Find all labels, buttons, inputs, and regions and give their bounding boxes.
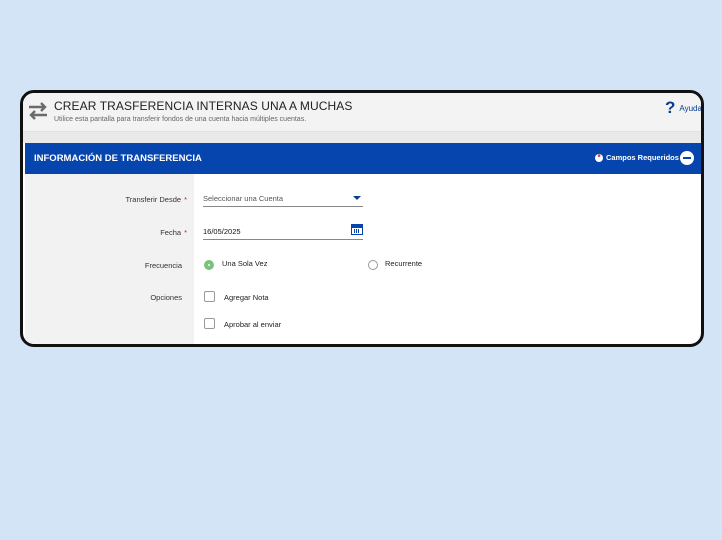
add-note-label: Agregar Nota: [224, 293, 269, 302]
help-link[interactable]: ? Ayuda: [665, 98, 702, 118]
date-input[interactable]: 16/05/2025: [203, 224, 363, 240]
approve-on-send-label: Aprobar al enviar: [224, 320, 282, 329]
date-label: Fecha *: [160, 228, 187, 237]
section-title: INFORMACIÓN DE TRANSFERENCIA: [34, 153, 202, 164]
required-star: *: [184, 195, 187, 204]
calendar-icon[interactable]: [351, 224, 363, 235]
from-account-select[interactable]: Seleccionar una Cuenta: [203, 194, 363, 207]
question-icon: ?: [665, 98, 676, 117]
from-account-placeholder: Seleccionar una Cuenta: [203, 194, 284, 203]
frequency-recurring-label: Recurrente: [385, 259, 423, 268]
chevron-down-icon: [353, 196, 361, 200]
frequency-once-radio[interactable]: [204, 260, 214, 270]
required-fields-legend: * Campos Requeridos: [595, 153, 679, 162]
date-value: 16/05/2025: [203, 227, 241, 236]
app-window: CREAR TRASFERENCIA INTERNAS UNA A MUCHAS…: [20, 90, 704, 347]
required-star: *: [184, 228, 187, 237]
frequency-label: Frecuencia: [144, 261, 182, 270]
approve-on-send-checkbox[interactable]: [204, 318, 215, 329]
options-label: Opciones: [150, 293, 182, 302]
frequency-recurring-radio[interactable]: [368, 260, 378, 270]
required-fields-label: Campos Requeridos: [606, 153, 679, 162]
add-note-checkbox[interactable]: [204, 291, 215, 302]
collapse-section-button[interactable]: [680, 151, 694, 165]
required-asterisk-icon: *: [595, 153, 603, 162]
page-title: CREAR TRASFERENCIA INTERNAS UNA A MUCHAS: [54, 99, 353, 113]
transfer-arrows-icon: [29, 102, 47, 120]
help-label: Ayuda: [679, 103, 702, 113]
header-divider: [23, 132, 701, 143]
frequency-once-label: Una Sola Vez: [222, 259, 268, 268]
from-account-label: Transferir Desde *: [125, 195, 188, 204]
page-subtitle: Utilice esta pantalla para transferir fo…: [54, 116, 307, 123]
section-header: INFORMACIÓN DE TRANSFERENCIA * Campos Re…: [25, 143, 701, 174]
page-header: CREAR TRASFERENCIA INTERNAS UNA A MUCHAS…: [23, 93, 701, 132]
